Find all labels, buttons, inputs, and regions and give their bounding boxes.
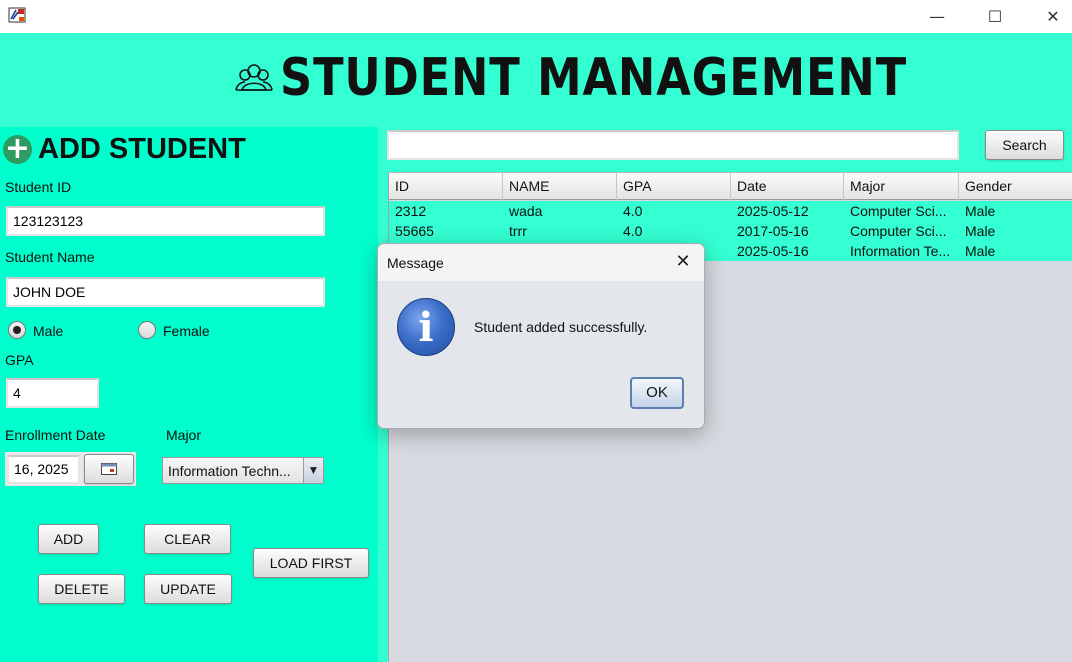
male-radio-label[interactable]: Male: [33, 323, 63, 339]
table-row[interactable]: 55665 trrr 4.0 2017-05-16 Computer Sci..…: [389, 221, 1072, 241]
cell-gpa: 4.0: [623, 223, 643, 239]
page-title: STUDENT MANAGEMENT: [280, 48, 908, 108]
cell-major: Computer Sci...: [850, 203, 947, 219]
cell-gender: Male: [965, 203, 996, 219]
column-header-gender[interactable]: Gender: [959, 173, 1072, 200]
calendar-button[interactable]: [84, 454, 134, 484]
column-header-gpa[interactable]: GPA: [617, 173, 731, 200]
form-title: ADD STUDENT: [38, 133, 246, 165]
gpa-label: GPA: [5, 352, 34, 368]
add-button[interactable]: ADD: [38, 524, 99, 554]
search-button[interactable]: Search: [985, 130, 1064, 160]
table-row[interactable]: 2312 wada 4.0 2025-05-12 Computer Sci...…: [389, 201, 1072, 221]
column-header-name[interactable]: NAME: [503, 173, 617, 200]
cell-gender: Male: [965, 223, 996, 239]
dialog-message: Student added successfully.: [474, 319, 648, 335]
student-name-field[interactable]: JOHN DOE: [6, 277, 325, 307]
major-dropdown[interactable]: Information Techn... ▼: [162, 457, 324, 484]
clear-button[interactable]: CLEAR: [144, 524, 231, 554]
students-group-icon: [235, 64, 273, 91]
update-button[interactable]: UPDATE: [144, 574, 232, 604]
cell-major: Information Te...: [850, 243, 951, 259]
maximize-button[interactable]: ☐: [966, 0, 1024, 33]
cell-gender: Male: [965, 243, 996, 259]
major-selected-value: Information Techn...: [168, 463, 291, 479]
window-title-bar: — ☐ ✕: [0, 0, 1072, 33]
column-header-major[interactable]: Major: [844, 173, 959, 200]
column-header-id[interactable]: ID: [389, 173, 503, 200]
dialog-title-bar: Message ✕: [378, 244, 704, 281]
information-icon: i: [397, 298, 455, 356]
plus-circle-icon: +: [3, 131, 32, 166]
cell-name: wada: [509, 203, 543, 219]
dropdown-arrow-icon[interactable]: ▼: [303, 458, 323, 483]
major-label: Major: [166, 427, 202, 443]
ok-button[interactable]: OK: [630, 377, 684, 409]
column-header-date[interactable]: Date: [731, 173, 844, 200]
java-app-icon: [8, 7, 26, 23]
student-id-label: Student ID: [5, 179, 72, 195]
search-input[interactable]: [387, 130, 959, 160]
dialog-close-icon[interactable]: ✕: [671, 250, 695, 274]
load-first-button[interactable]: LOAD FIRST: [253, 548, 369, 578]
cell-date: 2025-05-16: [737, 243, 809, 259]
delete-button[interactable]: DELETE: [38, 574, 125, 604]
cell-gpa: 4.0: [623, 203, 643, 219]
male-radio[interactable]: [8, 321, 26, 339]
minimize-button[interactable]: —: [908, 0, 966, 33]
student-id-field[interactable]: 123123123: [6, 206, 325, 236]
close-button[interactable]: ✕: [1024, 0, 1072, 33]
cell-date: 2025-05-12: [737, 203, 809, 219]
table-header: ID NAME GPA Date Major Gender: [389, 172, 1072, 200]
calendar-icon: [101, 463, 117, 475]
female-radio-label[interactable]: Female: [163, 323, 210, 339]
message-dialog: Message ✕ i Student added successfully. …: [377, 243, 705, 429]
cell-date: 2017-05-16: [737, 223, 809, 239]
cell-id: 2312: [395, 203, 427, 219]
enrollment-date-label: Enrollment Date: [5, 427, 106, 443]
student-name-label: Student Name: [5, 249, 95, 265]
cell-major: Computer Sci...: [850, 223, 947, 239]
gpa-field[interactable]: 4: [6, 378, 99, 408]
enrollment-date-field[interactable]: 16, 2025: [7, 455, 80, 484]
cell-id: 55665: [395, 223, 434, 239]
cell-name: trrr: [509, 223, 527, 239]
female-radio[interactable]: [138, 321, 156, 339]
dialog-title: Message: [387, 255, 444, 271]
